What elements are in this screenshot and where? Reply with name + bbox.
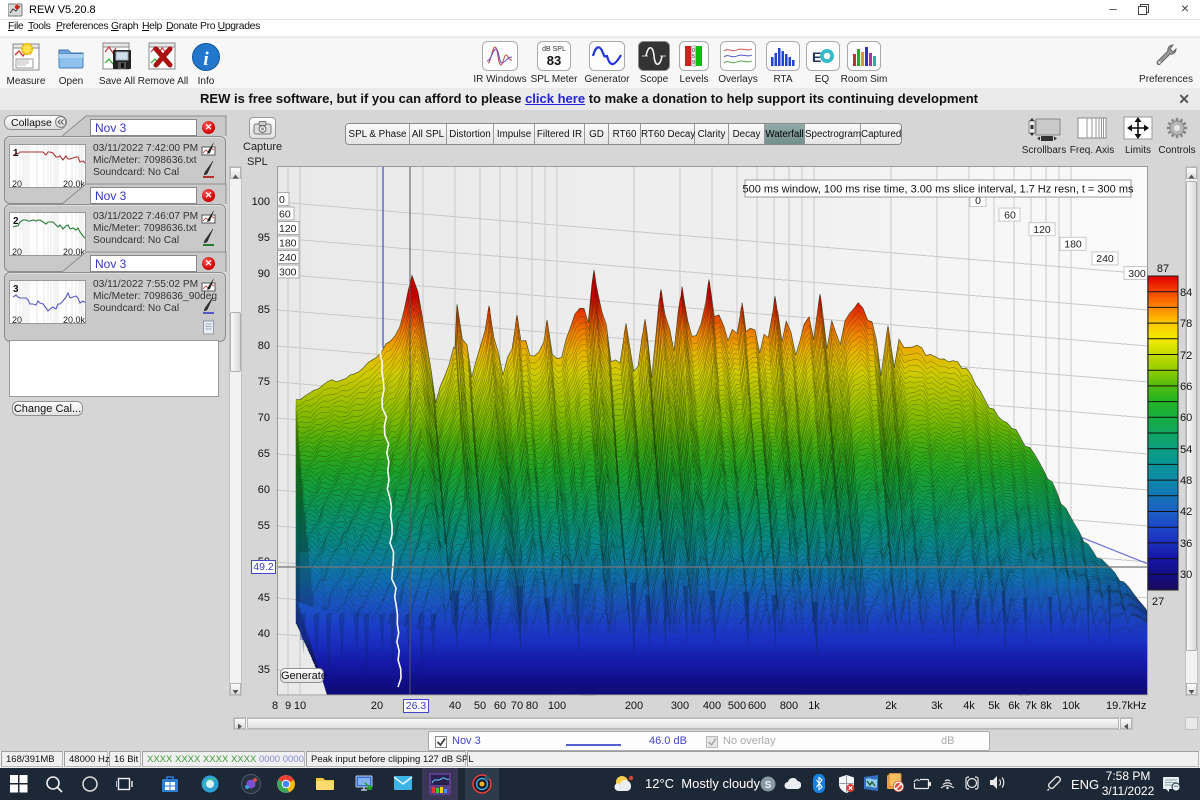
svg-text:240: 240 <box>1096 253 1114 265</box>
svg-text:E: E <box>812 49 821 65</box>
svg-text:60: 60 <box>1004 209 1016 221</box>
svg-text:2: 2 <box>13 216 19 227</box>
svg-text:20: 20 <box>12 179 22 188</box>
svg-text:180: 180 <box>1064 239 1082 251</box>
svg-text:180: 180 <box>279 238 297 250</box>
svg-text:20: 20 <box>12 247 22 256</box>
svg-text:300: 300 <box>1128 268 1146 280</box>
svg-text:60: 60 <box>279 209 291 221</box>
svg-text:87: 87 <box>1157 263 1169 275</box>
svg-text:300: 300 <box>279 267 297 279</box>
svg-text:0: 0 <box>279 194 285 206</box>
svg-text:20.0k: 20.0k <box>63 315 86 324</box>
svg-text:240: 240 <box>279 252 297 264</box>
svg-text:i: i <box>203 49 209 70</box>
svg-text:9: 9 <box>692 60 695 66</box>
svg-text:500 ms window, 100 ms rise tim: 500 ms window, 100 ms rise time, 3.00 ms… <box>743 184 1134 196</box>
svg-text:120: 120 <box>1033 224 1051 236</box>
svg-text:S: S <box>765 780 772 791</box>
svg-text:120: 120 <box>279 223 297 235</box>
svg-text:dB SPL: dB SPL <box>542 46 566 53</box>
svg-text:20: 20 <box>12 315 22 324</box>
svg-text:1: 1 <box>13 148 19 159</box>
svg-text:3: 3 <box>13 284 19 295</box>
svg-text:83: 83 <box>547 53 561 68</box>
